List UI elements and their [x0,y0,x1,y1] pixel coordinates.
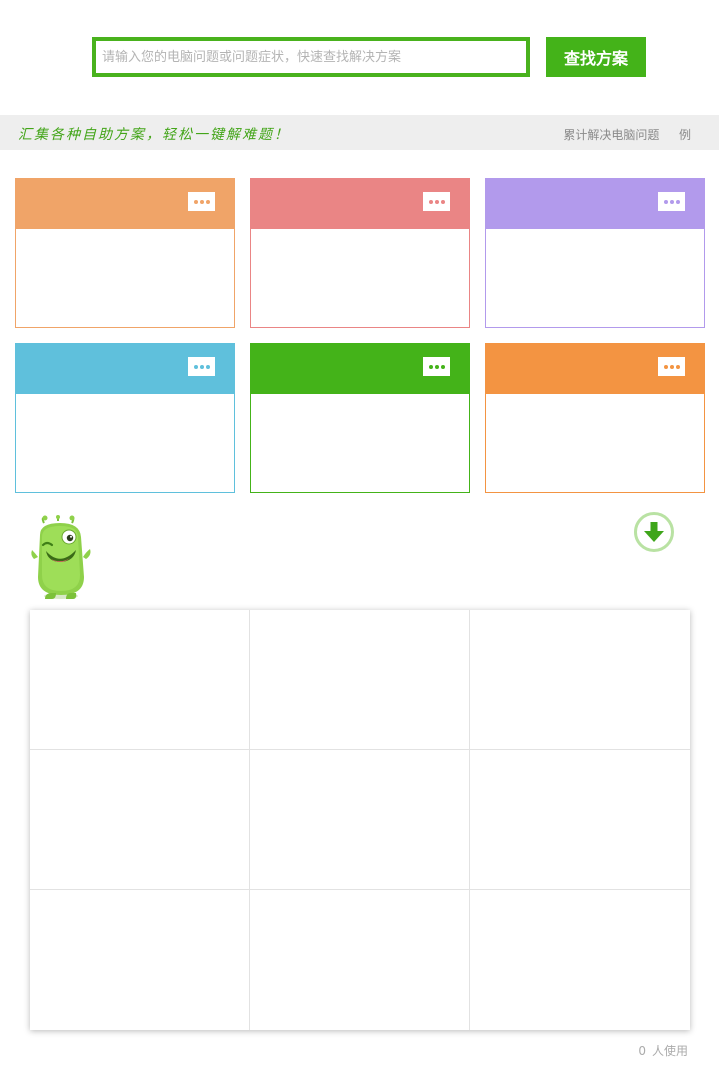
tool-cell[interactable] [30,750,250,890]
more-dots-icon[interactable] [658,357,685,376]
more-dots-icon[interactable] [188,357,215,376]
arrow-down-circle-icon[interactable] [633,511,675,553]
tool-cell[interactable] [250,750,470,890]
info-banner: 汇集各种自助方案，轻松一键解难题！ 累计解决电脑问题 例 [0,115,719,150]
usage-count-number: 0 [638,1044,646,1058]
tool-cell[interactable] [250,610,470,750]
search-button[interactable]: 查找方案 [546,37,646,77]
tool-cell[interactable] [30,610,250,750]
tool-cell[interactable] [470,610,690,750]
more-dots-icon[interactable] [423,192,450,211]
tool-grid [30,610,690,1030]
search-input[interactable] [92,37,530,77]
solved-stat-unit: 例 [678,128,691,142]
tool-cell[interactable] [470,750,690,890]
category-card-4[interactable] [15,343,235,493]
solved-stat-label: 累计解决电脑问题 [563,128,660,142]
green-monster-mascot-icon [31,515,91,599]
category-card-1[interactable] [15,178,235,328]
more-dots-icon[interactable] [188,192,215,211]
more-dots-icon[interactable] [423,357,450,376]
usage-count: 0 人使用 [638,1042,688,1059]
tool-cell[interactable] [470,890,690,1030]
category-card-2[interactable] [250,178,470,328]
solved-stat: 累计解决电脑问题 例 [563,126,691,143]
category-card-3[interactable] [485,178,705,328]
category-card-6[interactable] [485,343,705,493]
more-dots-icon[interactable] [658,192,685,211]
tool-cell[interactable] [30,890,250,1030]
tool-cell[interactable] [250,890,470,1030]
slogan-text: 汇集各种自助方案，轻松一键解难题！ [18,127,290,143]
category-card-5[interactable] [250,343,470,493]
usage-count-label: 人使用 [651,1044,688,1058]
